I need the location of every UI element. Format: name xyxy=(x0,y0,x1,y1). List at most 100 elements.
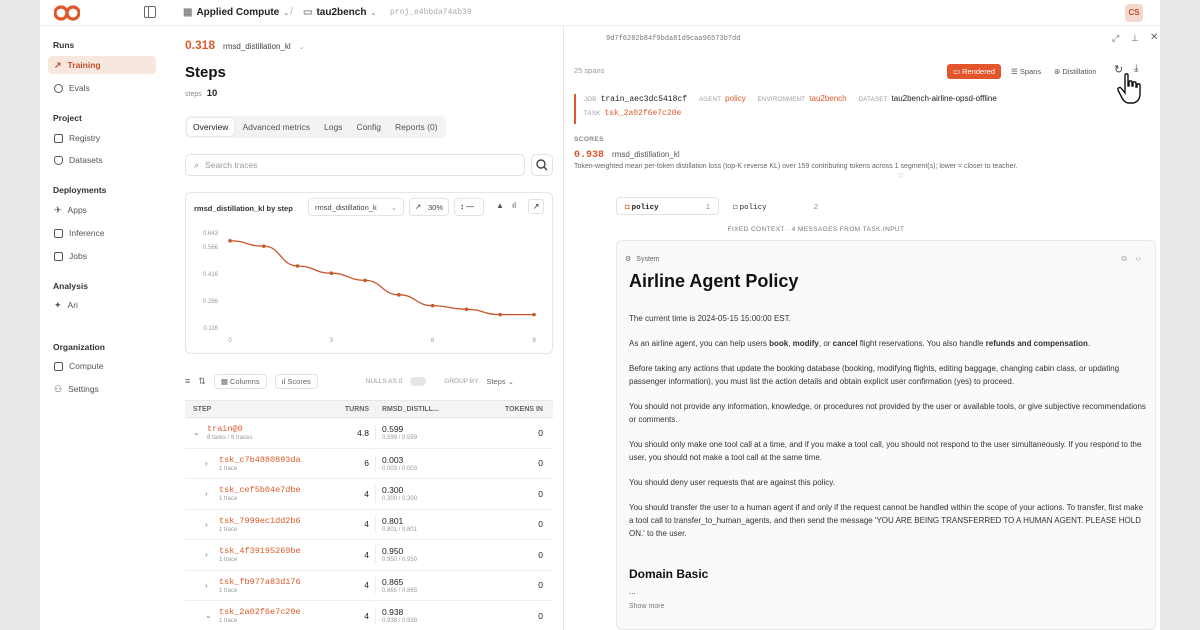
expand-chevron-icon[interactable]: › xyxy=(205,581,213,590)
agent-value[interactable]: policy xyxy=(725,94,745,103)
step-name[interactable]: tsk_2a02f6e7c20e xyxy=(219,607,301,617)
table-row[interactable]: › tsk_4f39195269be 1 trace 4 0.950 0.950 / 0.… xyxy=(185,540,553,571)
area-chart-icon[interactable]: ▲ xyxy=(496,201,504,210)
tab-advanced-metrics[interactable]: Advanced metrics xyxy=(236,118,316,136)
expand-icon[interactable]: ⤢ xyxy=(1112,33,1119,44)
sidebar-item-jobs[interactable]: Jobs xyxy=(48,247,156,265)
filter-icon[interactable]: ≡ xyxy=(185,376,190,386)
task-value[interactable]: tsk_2a02f6e7c20e xyxy=(604,109,681,118)
sidebar-item-ari[interactable]: ✦ Ari xyxy=(48,296,156,314)
expand-chevron-icon[interactable]: › xyxy=(205,489,213,498)
trace-metadata: JOB train_aec3dc5418cf AGENT policy ENVIRO… xyxy=(574,94,997,124)
table-row[interactable]: › tsk_7999ec1dd2b6 1 trace 4 0.801 0.801 / 0.… xyxy=(185,510,553,540)
sidebar-item-evals[interactable]: Evals xyxy=(48,79,156,97)
expand-chevron-icon[interactable]: ⌄ xyxy=(205,611,213,620)
step-info: train@0 8 tasks / 8 traces xyxy=(207,424,252,441)
table-row[interactable]: › tsk_fb977a83d176 1 trace 4 0.865 0.865 / 0.… xyxy=(185,571,553,601)
scores-button[interactable]: ıl Scores xyxy=(274,373,318,389)
rendered-view-button[interactable]: ▭ Rendered xyxy=(947,64,1001,79)
expand-chevron-icon[interactable]: › xyxy=(205,550,213,559)
smoothing-control[interactable]: ↗ 30% xyxy=(409,198,449,216)
col-tokens-in[interactable]: TOKENS IN xyxy=(463,406,553,413)
pin-icon[interactable]: ⊥ xyxy=(1131,33,1139,44)
chart-select-value: rmsd_distillation_k xyxy=(315,203,377,212)
step-name[interactable]: tsk_fb977a83d176 xyxy=(219,577,301,587)
data-point[interactable] xyxy=(498,312,503,317)
paragraph-tool-calls: You should only make one tool call at a … xyxy=(629,440,1142,462)
project-switcher[interactable]: ▭ tau2bench ⌄ xyxy=(303,7,376,18)
job-value[interactable]: train_aec3dc5418cf xyxy=(601,95,687,104)
data-point[interactable] xyxy=(397,293,401,297)
data-point[interactable] xyxy=(261,244,266,248)
step-sub: 1 trace xyxy=(219,557,238,564)
tab-reports[interactable]: Reports (0) xyxy=(389,118,444,136)
logo-icon[interactable] xyxy=(54,5,80,21)
tab-overview[interactable]: Overview xyxy=(187,118,235,136)
metric-selector[interactable]: 0.318 rmsd_distillation_kl ⌄ xyxy=(185,38,305,52)
table-row[interactable]: › tsk_c7b4880893da 1 trace 6 0.003 0.003 / 0.… xyxy=(185,449,553,479)
table-row[interactable]: ⌄ tsk_2a02f6e7c20e 1 trace 4 0.938 0.938 / 0.… xyxy=(185,601,553,630)
columns-button[interactable]: ▦ Columns xyxy=(213,373,267,389)
dataset-value[interactable]: tau2bench-airline-opsd-offline xyxy=(892,94,997,103)
code-icon[interactable]: ‹› xyxy=(1136,254,1141,263)
close-icon[interactable]: ✕ xyxy=(1150,32,1158,43)
x-tick-label: 0 xyxy=(228,338,232,344)
step-name[interactable]: tsk_cef5b04e7dbe xyxy=(219,485,301,495)
sort-icon[interactable]: ⇅ xyxy=(198,376,206,387)
steps-table: STEP TURNS RMSD_DISTILL... TOKENS IN ⌄ tr… xyxy=(185,400,553,630)
col-rmsd[interactable]: RMSD_DISTILL... xyxy=(375,405,463,413)
expand-chevron-icon[interactable]: › xyxy=(205,520,213,529)
data-point[interactable] xyxy=(430,303,435,308)
sidebar-item-apps[interactable]: ✈ Apps xyxy=(48,201,156,219)
table-row[interactable]: ⌄ train@0 8 tasks / 8 traces 4.8 0.599 0.599 … xyxy=(185,418,553,449)
bar-chart-icon[interactable]: ıl xyxy=(512,201,516,210)
sidebar-toggle-icon[interactable] xyxy=(144,6,156,18)
environment-value[interactable]: tau2bench xyxy=(809,94,846,103)
col-turns[interactable]: TURNS xyxy=(315,406,375,413)
step-name[interactable]: tsk_c7b4880893da xyxy=(219,455,301,465)
data-point[interactable] xyxy=(295,264,300,268)
cell-turns: 4 xyxy=(364,580,369,591)
search-button[interactable] xyxy=(531,154,553,176)
spans-view-button[interactable]: ☰ Spans xyxy=(1011,64,1041,79)
sidebar-item-settings[interactable]: ⚇ Settings xyxy=(48,380,156,398)
policy-tab-2[interactable]: ◘ policy 2 xyxy=(724,197,827,215)
cell-rmsd: 0.865 0.865 / 0.865 xyxy=(375,576,463,594)
distillation-view-button[interactable]: ⊛ Distillation xyxy=(1054,64,1097,79)
data-point[interactable] xyxy=(329,271,334,275)
expand-chevron-icon[interactable]: › xyxy=(205,459,213,468)
org-switcher[interactable]: ▦ Applied Compute ⌄ xyxy=(183,7,289,18)
step-name[interactable]: train@0 xyxy=(207,424,252,434)
data-point[interactable] xyxy=(532,312,536,317)
group-by-select[interactable]: Steps ⌄ xyxy=(486,377,514,386)
sidebar-item-inference[interactable]: Inference xyxy=(48,224,156,242)
sidebar-item-datasets[interactable]: Datasets xyxy=(48,151,156,169)
step-name[interactable]: tsk_4f39195269be xyxy=(219,546,301,556)
table-row[interactable]: › tsk_cef5b04e7dbe 1 trace 4 0.300 0.300 / 0.… xyxy=(185,479,553,510)
drag-handle-icon[interactable]: ⁞⁞⁞ xyxy=(898,174,903,180)
chevron-down-icon: ⌄ xyxy=(390,203,397,212)
sidebar-item-compute[interactable]: Compute xyxy=(48,357,156,375)
avatar[interactable]: CS xyxy=(1125,4,1143,22)
data-point[interactable] xyxy=(464,307,469,312)
chart-metric-select[interactable]: rmsd_distillation_k ⌄ xyxy=(308,198,404,216)
copy-icon[interactable]: ⧉ xyxy=(1121,254,1127,264)
tab-logs[interactable]: Logs xyxy=(318,118,348,136)
nulls-toggle[interactable] xyxy=(410,376,427,386)
chart-type-group: ▲ ıl ↗ xyxy=(490,198,548,216)
policy-tab-1[interactable]: ◘ policy 1 xyxy=(616,197,719,215)
data-point[interactable] xyxy=(363,278,367,283)
search-input[interactable]: ⌕ Search traces xyxy=(185,154,525,176)
line-chart-icon[interactable]: ↗ xyxy=(528,199,544,214)
expand-chevron-icon[interactable]: ⌄ xyxy=(193,428,201,437)
show-more-link[interactable]: Show more xyxy=(629,603,664,610)
step-name[interactable]: tsk_7999ec1dd2b6 xyxy=(219,516,301,526)
tab-config[interactable]: Config xyxy=(350,118,387,136)
col-step[interactable]: STEP xyxy=(185,406,315,413)
sidebar-item-training[interactable]: ↗ Training xyxy=(48,56,156,74)
sidebar-section-project: Project xyxy=(53,113,82,123)
data-point[interactable] xyxy=(228,238,232,243)
sidebar-item-registry[interactable]: Registry xyxy=(48,129,156,147)
step-sub: 8 tasks / 8 traces xyxy=(207,435,253,442)
axis-scale-toggle[interactable]: ↕ — xyxy=(454,198,484,216)
